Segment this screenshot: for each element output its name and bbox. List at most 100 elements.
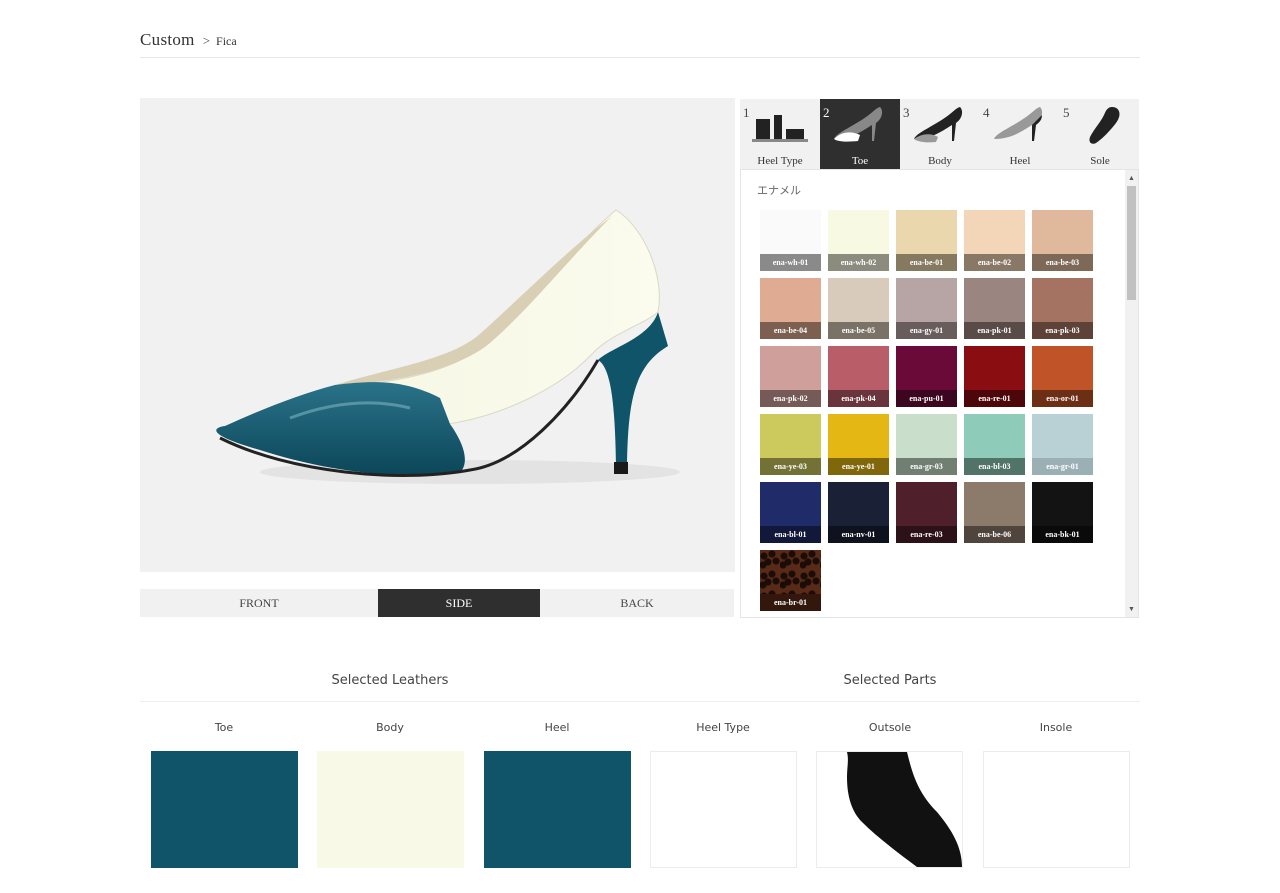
breadcrumb-model: Fica <box>216 34 237 48</box>
leather-palette: エナメル ena-wh-01 ena-wh-02 ena-be-01 ena-be-0… <box>740 169 1139 618</box>
tab-heel[interactable]: 4 Heel <box>980 99 1060 169</box>
swatch-ena-wh-01[interactable]: ena-wh-01 <box>760 210 821 271</box>
palette-scrollbar[interactable]: ▲ ▼ <box>1125 170 1138 617</box>
section-divider <box>140 701 1140 702</box>
swatch-ena-gr-01[interactable]: ena-gr-01 <box>1032 414 1093 475</box>
swatch-code: ena-gr-03 <box>896 458 957 475</box>
selected-insole-preview[interactable] <box>983 751 1130 868</box>
tab-toe[interactable]: 2 Toe <box>820 99 900 169</box>
summary-label-outsole: Outsole <box>868 721 912 734</box>
swatch-code: ena-be-01 <box>896 254 957 271</box>
swatch-code: ena-nv-01 <box>828 526 889 543</box>
view-side-button[interactable]: SIDE <box>378 589 540 617</box>
selected-toe-swatch[interactable] <box>151 751 298 868</box>
swatch-ena-be-05[interactable]: ena-be-05 <box>828 278 889 339</box>
summary-label-toe: Toe <box>214 721 234 734</box>
tab-sole[interactable]: 5 Sole <box>1060 99 1140 169</box>
toe-icon <box>834 107 883 142</box>
swatch-ena-bl-01[interactable]: ena-bl-01 <box>760 482 821 543</box>
swatch-ena-bl-03[interactable]: ena-bl-03 <box>964 414 1025 475</box>
swatch-ena-gr-03[interactable]: ena-gr-03 <box>896 414 957 475</box>
outsole-shape-icon <box>847 752 962 867</box>
breadcrumb-custom[interactable]: Custom <box>140 30 195 49</box>
tab-label: Heel Type <box>757 155 803 167</box>
tab-label: Sole <box>1090 155 1110 167</box>
shoe-preview <box>140 98 735 572</box>
swatch-code: ena-re-03 <box>896 526 957 543</box>
swatch-ena-bk-01[interactable]: ena-bk-01 <box>1032 482 1093 543</box>
swatch-code: ena-ye-01 <box>828 458 889 475</box>
swatch-ena-ye-03[interactable]: ena-ye-03 <box>760 414 821 475</box>
swatch-ena-pk-02[interactable]: ena-pk-02 <box>760 346 821 407</box>
scroll-up-icon[interactable]: ▲ <box>1125 172 1138 184</box>
swatch-ena-nv-01[interactable]: ena-nv-01 <box>828 482 889 543</box>
scroll-down-icon[interactable]: ▼ <box>1125 603 1138 615</box>
tab-label: Body <box>928 155 952 167</box>
tab-label: Heel <box>1009 155 1031 167</box>
swatch-ena-or-01[interactable]: ena-or-01 <box>1032 346 1093 407</box>
tab-number: 4 <box>983 105 990 120</box>
swatch-code: ena-pk-03 <box>1032 322 1093 339</box>
swatch-ena-wh-02[interactable]: ena-wh-02 <box>828 210 889 271</box>
swatch-code: ena-gr-01 <box>1032 458 1093 475</box>
shoe-image <box>216 209 680 484</box>
tab-number: 5 <box>1063 105 1070 120</box>
selected-outsole-preview[interactable] <box>816 751 963 868</box>
swatch-ena-ye-01[interactable]: ena-ye-01 <box>828 414 889 475</box>
swatch-ena-be-06[interactable]: ena-be-06 <box>964 482 1025 543</box>
swatch-code: ena-bk-01 <box>1032 526 1093 543</box>
swatch-code: ena-pk-02 <box>760 390 821 407</box>
swatch-ena-be-03[interactable]: ena-be-03 <box>1032 210 1093 271</box>
swatch-code: ena-be-02 <box>964 254 1025 271</box>
part-tabs: 1 Heel Type 2 Toe 3 Body 4 Heel 5 Sole <box>740 99 1139 169</box>
selected-leathers-title: Selected Leathers <box>331 673 449 688</box>
swatch-ena-br-01[interactable]: ena-br-01 <box>760 550 821 611</box>
swatch-ena-re-03[interactable]: ena-re-03 <box>896 482 957 543</box>
heel-icon <box>994 107 1043 141</box>
swatch-ena-pu-01[interactable]: ena-pu-01 <box>896 346 957 407</box>
tab-heel-type[interactable]: 1 Heel Type <box>740 99 820 169</box>
swatch-code: ena-or-01 <box>1032 390 1093 407</box>
view-back-button[interactable]: BACK <box>540 589 734 617</box>
swatch-ena-be-04[interactable]: ena-be-04 <box>760 278 821 339</box>
summary-label-body: Body <box>376 721 404 734</box>
swatch-code: ena-wh-01 <box>760 254 821 271</box>
tab-number: 3 <box>903 105 910 120</box>
breadcrumb: Custom > Fica <box>140 30 1140 58</box>
view-front-button[interactable]: FRONT <box>140 589 378 617</box>
scroll-thumb[interactable] <box>1127 186 1136 300</box>
swatch-ena-be-02[interactable]: ena-be-02 <box>964 210 1025 271</box>
swatch-ena-pk-04[interactable]: ena-pk-04 <box>828 346 889 407</box>
selected-heel-type-preview[interactable] <box>650 751 797 868</box>
swatch-code: ena-bl-01 <box>760 526 821 543</box>
swatch-code: ena-bl-03 <box>964 458 1025 475</box>
sole-icon <box>1089 107 1120 144</box>
swatch-ena-be-01[interactable]: ena-be-01 <box>896 210 957 271</box>
breadcrumb-separator: > <box>202 33 211 48</box>
tab-label: Toe <box>851 155 869 167</box>
swatch-ena-gy-01[interactable]: ena-gy-01 <box>896 278 957 339</box>
selected-heel-swatch[interactable] <box>484 751 631 868</box>
swatch-code: ena-pk-04 <box>828 390 889 407</box>
swatch-code: ena-be-04 <box>760 322 821 339</box>
swatch-code: ena-be-06 <box>964 526 1025 543</box>
swatch-code: ena-ye-03 <box>760 458 821 475</box>
tab-body[interactable]: 3 Body <box>900 99 980 169</box>
swatch-code: ena-be-05 <box>828 322 889 339</box>
summary-label-insole: Insole <box>1039 721 1073 734</box>
swatch-ena-re-01[interactable]: ena-re-01 <box>964 346 1025 407</box>
swatch-code: ena-be-03 <box>1032 254 1093 271</box>
tab-number: 2 <box>823 105 830 120</box>
swatch-code: ena-gy-01 <box>896 322 957 339</box>
swatch-code: ena-pu-01 <box>896 390 957 407</box>
summary-label-heel: Heel <box>544 721 570 734</box>
swatch-code: ena-br-01 <box>760 594 821 611</box>
swatch-code: ena-pk-01 <box>964 322 1025 339</box>
view-switch: FRONT SIDE BACK <box>140 589 734 617</box>
swatch-ena-pk-01[interactable]: ena-pk-01 <box>964 278 1025 339</box>
swatch-ena-pk-03[interactable]: ena-pk-03 <box>1032 278 1093 339</box>
swatch-code: ena-re-01 <box>964 390 1025 407</box>
selected-parts-title: Selected Parts <box>843 673 937 688</box>
swatch-code: ena-wh-02 <box>828 254 889 271</box>
selected-body-swatch[interactable] <box>317 751 464 868</box>
